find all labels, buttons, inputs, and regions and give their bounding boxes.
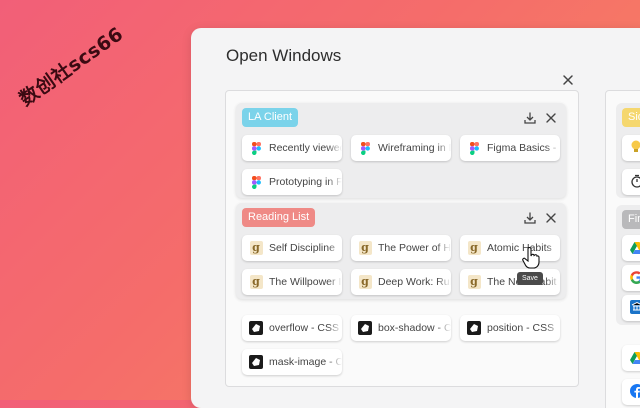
tab-item[interactable]: Prototyping in Figma: [242, 169, 342, 195]
google-drive-icon: [630, 239, 640, 258]
goodreads-icon: g: [249, 241, 263, 255]
tab-item[interactable]: Figma Basics -: [460, 135, 560, 161]
tab-item[interactable]: Wireframing in Figma: [351, 135, 451, 161]
hand-cursor-icon: [522, 247, 540, 273]
tab-item[interactable]: [622, 295, 640, 321]
goodreads-icon: g: [467, 275, 481, 289]
bank-icon: [630, 299, 640, 318]
goodreads-icon: g: [358, 241, 372, 255]
open-windows-panel: Open Windows LA Client Recently viewed: [191, 28, 640, 408]
tab-item[interactable]: overflow - CSS: [242, 315, 342, 341]
group-title[interactable]: Fin: [622, 210, 640, 229]
close-icon[interactable]: [544, 110, 558, 124]
tab-label: Wireframing in Figma: [378, 142, 451, 154]
tab-label: Recently viewed: [269, 142, 342, 154]
mdn-icon: [249, 355, 263, 369]
tab-label: The Willpower Instinct: [269, 276, 342, 288]
mdn-icon: [358, 321, 372, 335]
tab-label: mask-image - CSS: [269, 356, 342, 368]
google-icon: [630, 269, 640, 288]
save-icon[interactable]: [523, 110, 537, 124]
watermark: 数创社scs66: [13, 20, 128, 112]
tab-item[interactable]: mask-image - CSS: [242, 349, 342, 375]
tab-item[interactable]: position - CSS: [460, 315, 560, 341]
tab-item[interactable]: box-shadow - CSS: [351, 315, 451, 341]
save-tooltip: Save: [517, 272, 543, 285]
close-icon[interactable]: [561, 72, 575, 86]
close-icon[interactable]: [544, 210, 558, 224]
tab-group: Sid: [616, 103, 640, 198]
tab-label: Figma Basics -: [487, 142, 560, 154]
figma-icon: [358, 141, 372, 155]
group-title[interactable]: Sid: [622, 108, 640, 127]
goodreads-icon: g: [249, 275, 263, 289]
tab-group: Fin: [616, 205, 640, 325]
figma-icon: [249, 175, 263, 189]
figma-icon: [467, 141, 481, 155]
panel-title: Open Windows: [226, 46, 341, 66]
window-card: LA Client Recently viewed Wirefr: [225, 90, 579, 387]
group-title[interactable]: Reading List: [242, 208, 315, 227]
tab-item[interactable]: g Atomic Habits: [460, 235, 560, 261]
tab-item[interactable]: [622, 265, 640, 291]
mdn-icon: [249, 321, 263, 335]
tab-label: box-shadow - CSS: [378, 322, 451, 334]
tab-item[interactable]: g The Willpower Instinct: [242, 269, 342, 295]
mdn-icon: [467, 321, 481, 335]
tab-item[interactable]: [622, 135, 640, 161]
tab-item[interactable]: g Deep Work: Rules: [351, 269, 451, 295]
tab-item[interactable]: [622, 379, 640, 405]
tab-item[interactable]: [622, 169, 640, 195]
tab-item[interactable]: Recently viewed: [242, 135, 342, 161]
stopwatch-icon: [630, 173, 640, 192]
tab-label: Deep Work: Rules: [378, 276, 451, 288]
tab-item[interactable]: g The Power of Habit: [351, 235, 451, 261]
figma-icon: [249, 141, 263, 155]
tab-item[interactable]: g The Now Habit: [460, 269, 560, 295]
lightbulb-icon: [630, 139, 640, 158]
tab-label: overflow - CSS: [269, 322, 342, 334]
tab-item[interactable]: g Self Discipline: [242, 235, 342, 261]
goodreads-icon: g: [467, 241, 481, 255]
tab-item[interactable]: [622, 345, 640, 371]
tab-group-la-client: LA Client Recently viewed Wirefr: [236, 103, 566, 198]
tab-label: Self Discipline: [269, 242, 342, 254]
tab-label: position - CSS: [487, 322, 560, 334]
save-icon[interactable]: [523, 210, 537, 224]
tab-group-reading-list: Reading List g Self Discipline g The Pow…: [236, 203, 566, 299]
facebook-icon: [630, 383, 640, 402]
goodreads-icon: g: [358, 275, 372, 289]
group-title[interactable]: LA Client: [242, 108, 298, 127]
window-card: Sid Fin: [605, 90, 640, 408]
tab-label: Prototyping in Figma: [269, 176, 342, 188]
tab-item[interactable]: [622, 235, 640, 261]
tab-label: The Power of Habit: [378, 242, 451, 254]
google-drive-icon: [630, 349, 640, 368]
